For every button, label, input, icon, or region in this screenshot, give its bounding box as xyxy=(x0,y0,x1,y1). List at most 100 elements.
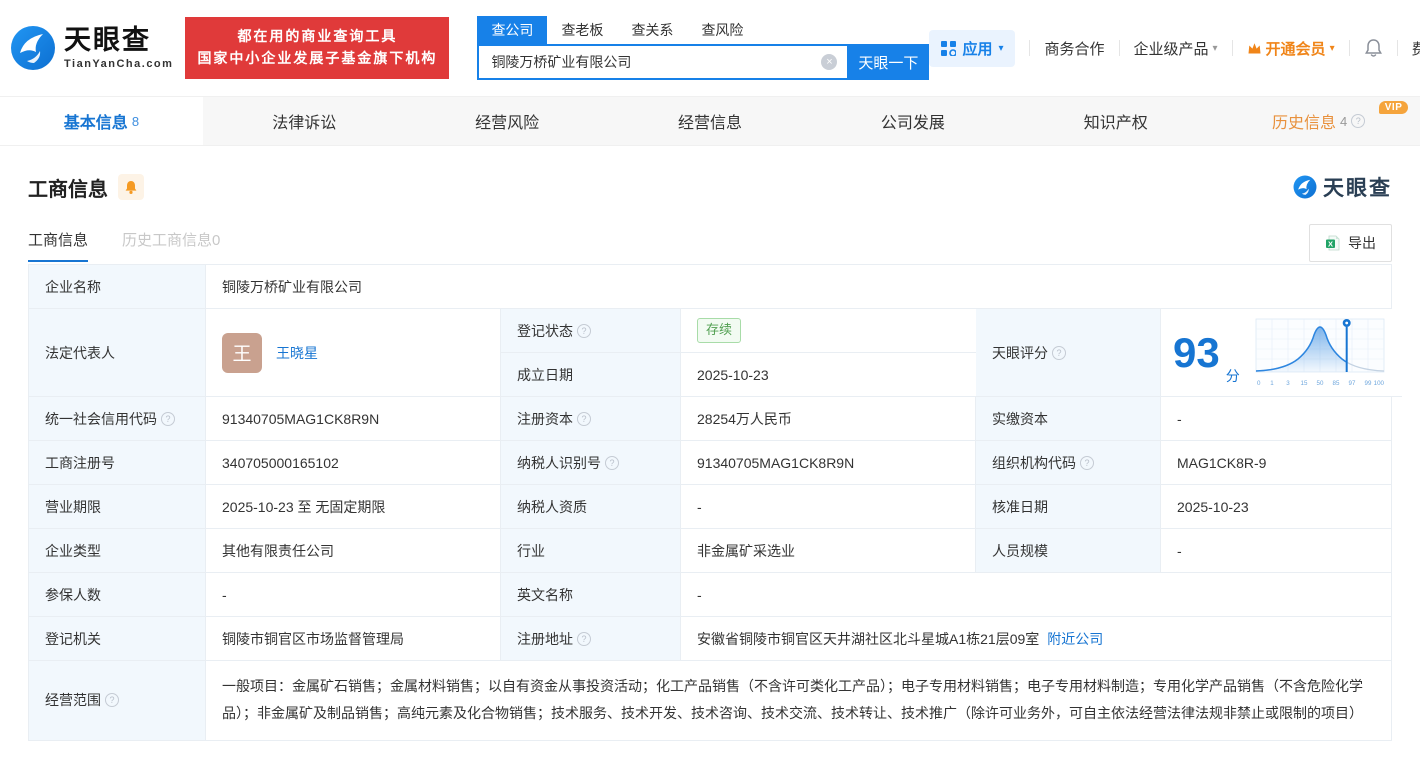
clear-search-icon[interactable]: × xyxy=(821,54,838,70)
tab-intellectual-property-label: 知识产权 xyxy=(1083,115,1148,132)
field-label: 核准日期 xyxy=(976,485,1161,529)
apps-menu-button[interactable]: 应用 ▾ xyxy=(929,29,1016,67)
staff-size-value: - xyxy=(1161,529,1391,573)
nearby-companies-link[interactable]: 附近公司 xyxy=(1047,629,1103,649)
open-membership-label: 开通会员 xyxy=(1265,40,1326,58)
credit-code-label: 统一社会信用代码 xyxy=(45,410,157,427)
tab-operation-risk-label: 经营风险 xyxy=(475,115,540,132)
field-label: 营业期限 xyxy=(29,485,206,529)
search-block: 查公司 查老板 查关系 查风险 × 天眼一下 xyxy=(477,16,930,80)
table-row: 营业期限 2025-10-23 至 无固定期限 纳税人资质 - 核准日期 202… xyxy=(29,485,1391,529)
user-menu[interactable]: 费米 ▾ xyxy=(1412,38,1420,59)
credit-code-value: 91340705MAG1CK8R9N xyxy=(206,397,501,441)
search-input[interactable] xyxy=(477,44,848,80)
logo-subtitle: TianYanCha.com xyxy=(64,57,174,70)
tab-intellectual-property[interactable]: 知识产权 xyxy=(1014,97,1217,145)
company-name-value: 铜陵万桥矿业有限公司 xyxy=(206,265,1391,309)
svg-text:85: 85 xyxy=(1332,380,1339,387)
field-label: 天眼评分 ? xyxy=(976,309,1161,397)
tianyancha-watermark: 天眼查 xyxy=(1293,172,1392,202)
svg-text:99: 99 xyxy=(1364,380,1371,387)
svg-text:97: 97 xyxy=(1348,380,1355,387)
field-label: 实缴资本 xyxy=(976,397,1161,441)
insured-count-value: - xyxy=(206,573,501,617)
reg-authority-value: 铜陵市铜官区市场监督管理局 xyxy=(206,617,501,661)
enterprise-products-link[interactable]: 企业级产品 ▾ xyxy=(1134,38,1218,59)
help-icon[interactable]: ? xyxy=(1080,455,1094,470)
tab-basic-info[interactable]: 基本信息 8 xyxy=(0,97,203,145)
score-unit: 分 xyxy=(1225,368,1240,384)
legal-rep-link[interactable]: 王晓星 xyxy=(276,343,318,363)
promo-banner-line2: 国家中小企业发展子基金旗下机构 xyxy=(197,50,438,66)
status-badge: 存续 xyxy=(697,318,742,343)
taxpayer-id-label: 纳税人识别号 xyxy=(517,454,601,471)
table-row: 企业类型 其他有限责任公司 行业 非金属矿采选业 人员规模 - xyxy=(29,529,1391,573)
business-info-table: 企业名称 铜陵万桥矿业有限公司 法定代表人 王 王晓星 登记状态 ? 存续 成立… xyxy=(28,264,1402,741)
notification-bell-button[interactable] xyxy=(1364,38,1383,58)
svg-text:1: 1 xyxy=(1270,380,1274,387)
help-icon[interactable]: ? xyxy=(1351,114,1366,128)
search-button[interactable]: 天眼一下 xyxy=(847,44,930,80)
main-content: 工商信息 天眼查 工商信息 历史工商信息0 X 导出 企业名称 铜陵万桥矿业有限… xyxy=(0,172,1420,741)
search-tab-relation[interactable]: 查关系 xyxy=(617,16,687,44)
score-label: 天眼评分 xyxy=(992,344,1048,361)
table-row: 工商注册号 340705000165102 纳税人识别号 ? 91340705M… xyxy=(29,441,1391,485)
help-icon[interactable]: ? xyxy=(1052,345,1066,360)
reg-status-cell: 存续 xyxy=(681,309,976,353)
search-tab-company[interactable]: 查公司 xyxy=(477,16,548,44)
excel-icon: X xyxy=(1325,235,1341,251)
tab-history-info[interactable]: VIP 历史信息 4 ? xyxy=(1217,97,1420,145)
business-term-value: 2025-10-23 至 无固定期限 xyxy=(206,485,501,529)
field-label: 统一社会信用代码 ? xyxy=(29,397,206,441)
paid-capital-value: - xyxy=(1161,397,1391,441)
tab-operation-info[interactable]: 经营信息 xyxy=(609,97,812,145)
divider xyxy=(1029,40,1031,56)
avatar[interactable]: 王 xyxy=(222,332,262,373)
help-icon[interactable]: ? xyxy=(161,411,175,426)
table-row: 法定代表人 王 王晓星 登记状态 ? 存续 成立日期 2025-10-23 天眼… xyxy=(29,309,1402,397)
help-icon[interactable]: ? xyxy=(605,455,619,470)
apps-menu-label: 应用 xyxy=(962,40,993,58)
svg-text:15: 15 xyxy=(1300,380,1307,387)
divider xyxy=(1231,40,1233,56)
tab-legal-proceedings[interactable]: 法律诉讼 xyxy=(203,97,406,145)
export-button[interactable]: X 导出 xyxy=(1309,224,1392,262)
svg-text:3: 3 xyxy=(1286,380,1290,387)
company-nav-tabs: 基本信息 8 法律诉讼 经营风险 经营信息 公司发展 知识产权 VIP 历史信息… xyxy=(0,96,1420,146)
field-label: 企业名称 xyxy=(29,265,206,309)
tab-basic-info-label: 基本信息 xyxy=(63,115,128,132)
cooperation-link[interactable]: 商务合作 xyxy=(1044,38,1104,59)
field-label: 登记状态 ? xyxy=(501,309,681,353)
svg-text:0: 0 xyxy=(1257,380,1261,387)
promo-banner-line1: 都在用的商业查询工具 xyxy=(237,28,398,45)
reg-address-label: 注册地址 xyxy=(517,630,573,647)
svg-text:50: 50 xyxy=(1316,380,1323,387)
tab-company-development[interactable]: 公司发展 xyxy=(811,97,1014,145)
reg-capital-label: 注册资本 xyxy=(517,410,573,427)
field-label: 人员规模 xyxy=(976,529,1161,573)
subtab-business-info[interactable]: 工商信息 xyxy=(28,229,89,262)
apps-grid-icon xyxy=(941,40,957,56)
search-tab-boss[interactable]: 查老板 xyxy=(547,16,617,44)
tianyancha-logo[interactable]: 天眼查 TianYanCha.com xyxy=(10,25,173,71)
help-icon[interactable]: ? xyxy=(577,323,591,338)
open-membership-link[interactable]: 开通会员 ▾ xyxy=(1247,38,1335,59)
legal-rep-cell: 王 王晓星 xyxy=(206,309,501,397)
svg-text:100: 100 xyxy=(1373,380,1384,387)
score-cell[interactable]: 93 分 0 1 3 15 50 85 97 99 100 xyxy=(1161,309,1402,397)
reg-address-value: 安徽省铜陵市铜官区天井湖社区北斗星城A1栋21层09室 xyxy=(697,630,1040,647)
tab-operation-info-label: 经营信息 xyxy=(678,115,743,132)
taxpayer-quality-value: - xyxy=(681,485,976,529)
tab-count-badge: 4 xyxy=(1339,113,1348,129)
field-label: 经营范围 ? xyxy=(29,661,206,740)
help-icon[interactable]: ? xyxy=(577,631,591,646)
help-icon[interactable]: ? xyxy=(577,411,591,426)
tab-operation-risk[interactable]: 经营风险 xyxy=(406,97,609,145)
caret-down-icon: ▾ xyxy=(998,42,1004,54)
crown-icon xyxy=(1247,42,1262,55)
field-label: 登记机关 xyxy=(29,617,206,661)
monitor-bell-button[interactable] xyxy=(118,174,144,200)
help-icon[interactable]: ? xyxy=(105,693,119,708)
subtab-history-business-info[interactable]: 历史工商信息0 xyxy=(122,229,220,262)
search-tab-risk[interactable]: 查风险 xyxy=(687,16,757,44)
